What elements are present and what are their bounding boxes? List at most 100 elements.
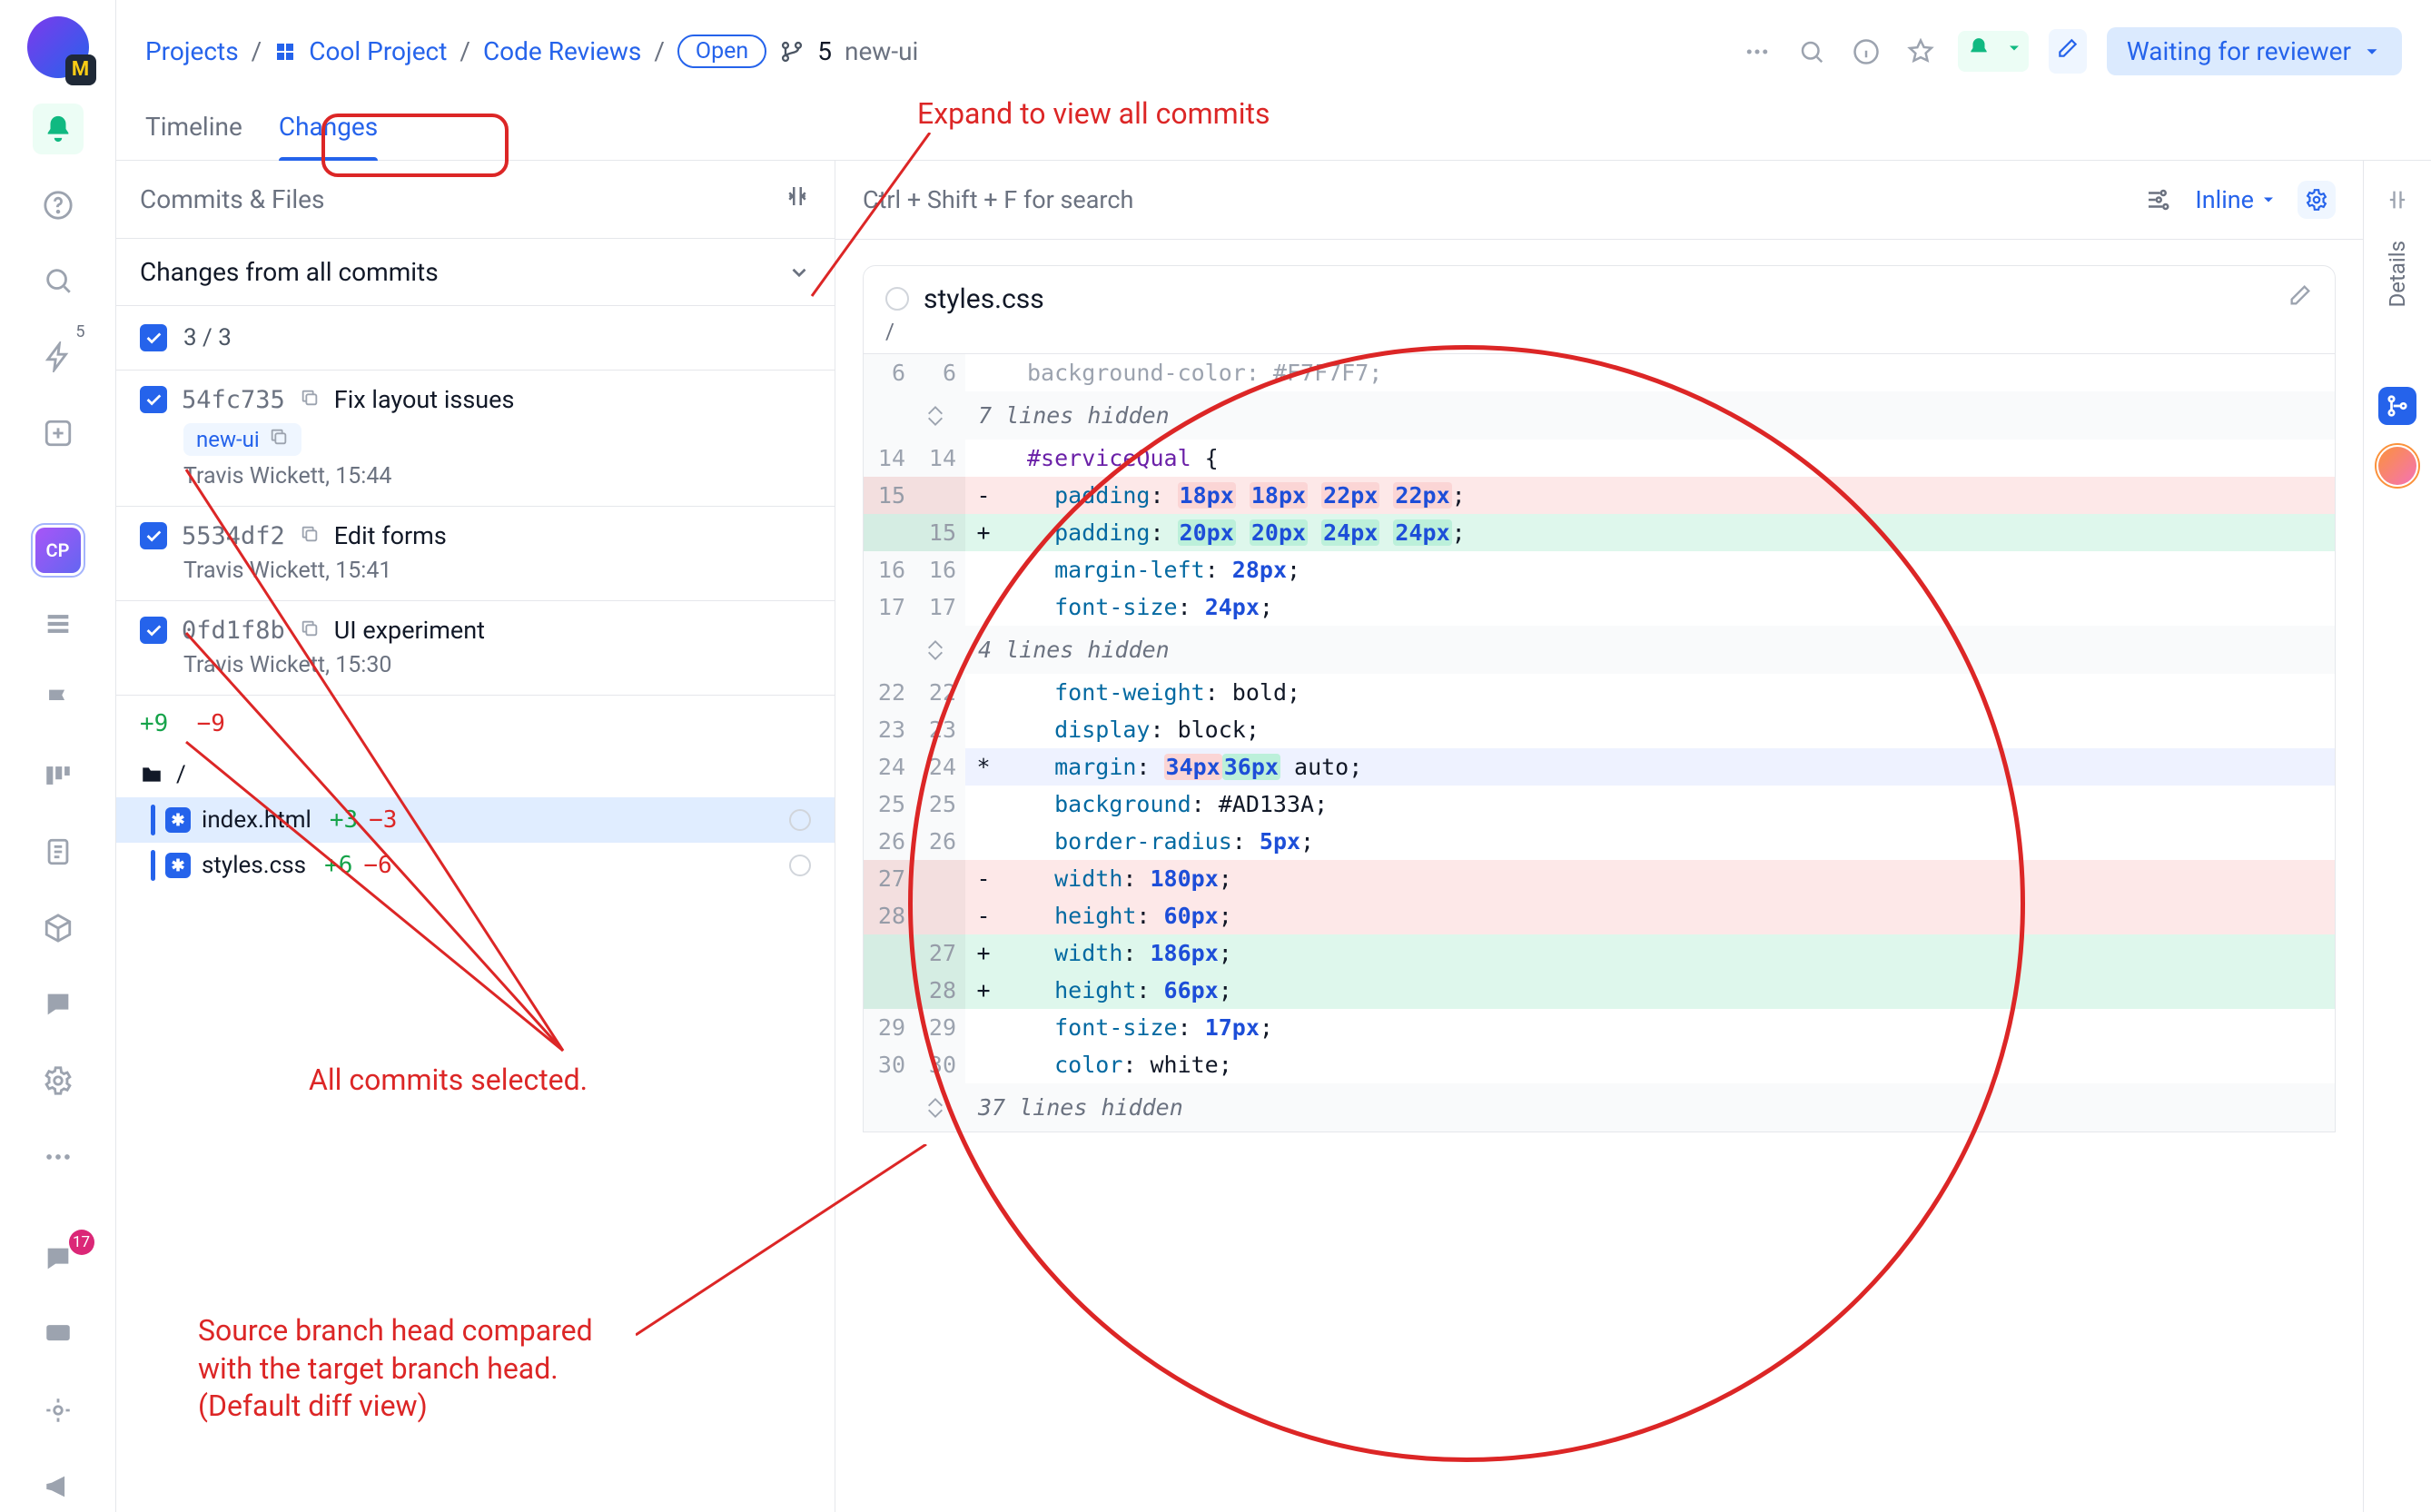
flag-icon[interactable] [33, 675, 84, 726]
expand-icon[interactable] [922, 639, 949, 661]
commit-meta: Travis Wickett, 15:30 [183, 652, 811, 678]
file-status-circle[interactable] [885, 287, 909, 311]
select-all-checkbox[interactable] [140, 324, 167, 351]
tune-icon[interactable] [33, 1385, 84, 1436]
left-icon-rail: M 5 CP 17 [0, 0, 116, 1512]
feedback-count: 17 [69, 1230, 94, 1255]
package-icon[interactable] [33, 903, 84, 954]
bolt-icon[interactable]: 5 [33, 331, 84, 382]
file-icon: ✱ [165, 853, 191, 878]
edit-file-icon[interactable] [2288, 282, 2313, 315]
merge-icon[interactable] [2378, 387, 2416, 425]
file-add: +3 [330, 806, 358, 834]
copy-icon[interactable] [300, 521, 320, 550]
chevron-down-icon [2362, 42, 2382, 62]
branch-chip[interactable]: new-ui [183, 423, 301, 456]
project-badge[interactable]: CP [35, 528, 81, 573]
file-row[interactable]: ✱ index.html +3 −3 [116, 797, 835, 843]
diff-line: 2424* margin: 34px36px auto; [864, 748, 2335, 786]
crumb-section[interactable]: Code Reviews [483, 36, 641, 66]
present-icon[interactable] [33, 1309, 84, 1359]
diff-file-path: / [885, 319, 2313, 344]
list-icon[interactable] [33, 598, 84, 649]
tab-timeline[interactable]: Timeline [145, 99, 242, 160]
help-icon[interactable] [33, 180, 84, 231]
commit-title: UI experiment [334, 616, 485, 645]
megaphone-icon[interactable] [33, 1461, 84, 1512]
file-del: −6 [363, 852, 391, 879]
info-icon[interactable] [1849, 35, 1883, 69]
diff-line: 66 background-color: #F7F7F7; [864, 354, 2335, 391]
chat-icon[interactable] [33, 979, 84, 1030]
crumb-projects[interactable]: Projects [145, 36, 239, 66]
diff-line: 2323 display: block; [864, 711, 2335, 748]
add-icon[interactable] [33, 408, 84, 459]
copy-icon[interactable] [300, 616, 320, 645]
ellipsis-icon[interactable] [33, 1132, 84, 1182]
diff-line: 28+ height: 66px; [864, 972, 2335, 1009]
hidden-lines-row[interactable]: 7 lines hidden [864, 391, 2335, 440]
commits-filter[interactable]: Changes from all commits [116, 239, 835, 306]
bell-icon[interactable] [33, 104, 84, 154]
copy-icon[interactable] [269, 427, 289, 452]
gear-icon[interactable] [33, 1055, 84, 1106]
settings-sliders-icon[interactable] [2140, 183, 2175, 217]
file-status-circle[interactable] [789, 809, 811, 831]
status-pill: Open [677, 35, 766, 68]
docs-icon[interactable] [33, 826, 84, 877]
star-icon[interactable] [1903, 35, 1938, 69]
branch-count: 5 [817, 36, 832, 66]
edit-icon[interactable] [2049, 29, 2087, 74]
copy-icon[interactable] [300, 385, 320, 414]
details-label: Details [2385, 241, 2410, 307]
collapse-icon[interactable] [784, 183, 811, 216]
board-icon[interactable] [33, 751, 84, 802]
tab-changes[interactable]: Changes [279, 99, 378, 160]
commit-checkbox[interactable] [140, 522, 167, 549]
search-icon[interactable] [33, 256, 84, 307]
chevron-down-icon [787, 261, 811, 284]
commit-item[interactable]: 0fd1f8b UI experiment Travis Wickett, 15… [116, 601, 835, 696]
file-name: index.html [202, 806, 311, 834]
expand-icon[interactable] [922, 405, 949, 427]
subscribe-bell-icon[interactable] [1958, 31, 2000, 72]
expand-icon[interactable] [922, 1097, 949, 1119]
diff-line: 1717 font-size: 24px; [864, 588, 2335, 626]
commit-item[interactable]: 5534df2 Edit forms Travis Wickett, 15:41 [116, 507, 835, 601]
diff-stats: +9 −9 [116, 696, 835, 752]
more-icon[interactable] [1740, 35, 1774, 69]
commit-title: Edit forms [334, 521, 447, 550]
commit-checkbox[interactable] [140, 617, 167, 644]
diff-line: 27+ width: 186px; [864, 934, 2335, 972]
diff-line: 2222 font-weight: bold; [864, 674, 2335, 711]
file-status-circle[interactable] [789, 855, 811, 876]
diff-settings-icon[interactable] [2298, 181, 2336, 219]
diff-line: 28- height: 60px; [864, 897, 2335, 934]
file-row[interactable]: ✱ styles.css +6 −6 [116, 843, 835, 888]
right-rail: Details [2364, 161, 2431, 1512]
search-header-icon[interactable] [1794, 35, 1829, 69]
diff-line: 15- padding: 18px 18px 22px 22px; [864, 477, 2335, 514]
root-folder-row[interactable]: / [116, 752, 835, 797]
diff-line: 15+ padding: 20px 20px 24px 24px; [864, 514, 2335, 551]
diff-line: 27- width: 180px; [864, 860, 2335, 897]
diff-line: 1616 margin-left: 28px; [864, 551, 2335, 588]
search-hint[interactable]: Ctrl + Shift + F for search [863, 185, 1133, 214]
diff-mode-toggle[interactable]: Inline [2195, 185, 2278, 214]
user-avatar[interactable]: M [27, 16, 89, 78]
hidden-lines-row[interactable]: 4 lines hidden [864, 626, 2335, 674]
diff-line: 2929 font-size: 17px; [864, 1009, 2335, 1046]
subscribe-chevron-icon[interactable] [2000, 31, 2029, 72]
expand-right-icon[interactable] [2378, 181, 2416, 219]
commit-item[interactable]: 54fc735 Fix layout issues new-ui Travis … [116, 371, 835, 507]
commit-checkbox[interactable] [140, 386, 167, 413]
reviewer-avatar[interactable] [2378, 447, 2416, 485]
commits-header: Commits & Files [140, 184, 324, 214]
commit-meta: Travis Wickett, 15:41 [183, 558, 811, 584]
hidden-lines-row[interactable]: 37 lines hidden [864, 1083, 2335, 1132]
crumb-project[interactable]: Cool Project [309, 36, 447, 66]
avatar-badge: M [65, 54, 96, 85]
status-dropdown[interactable]: Waiting for reviewer [2107, 27, 2402, 75]
bolt-count: 5 [72, 322, 88, 341]
feedback-icon[interactable]: 17 [33, 1233, 84, 1284]
